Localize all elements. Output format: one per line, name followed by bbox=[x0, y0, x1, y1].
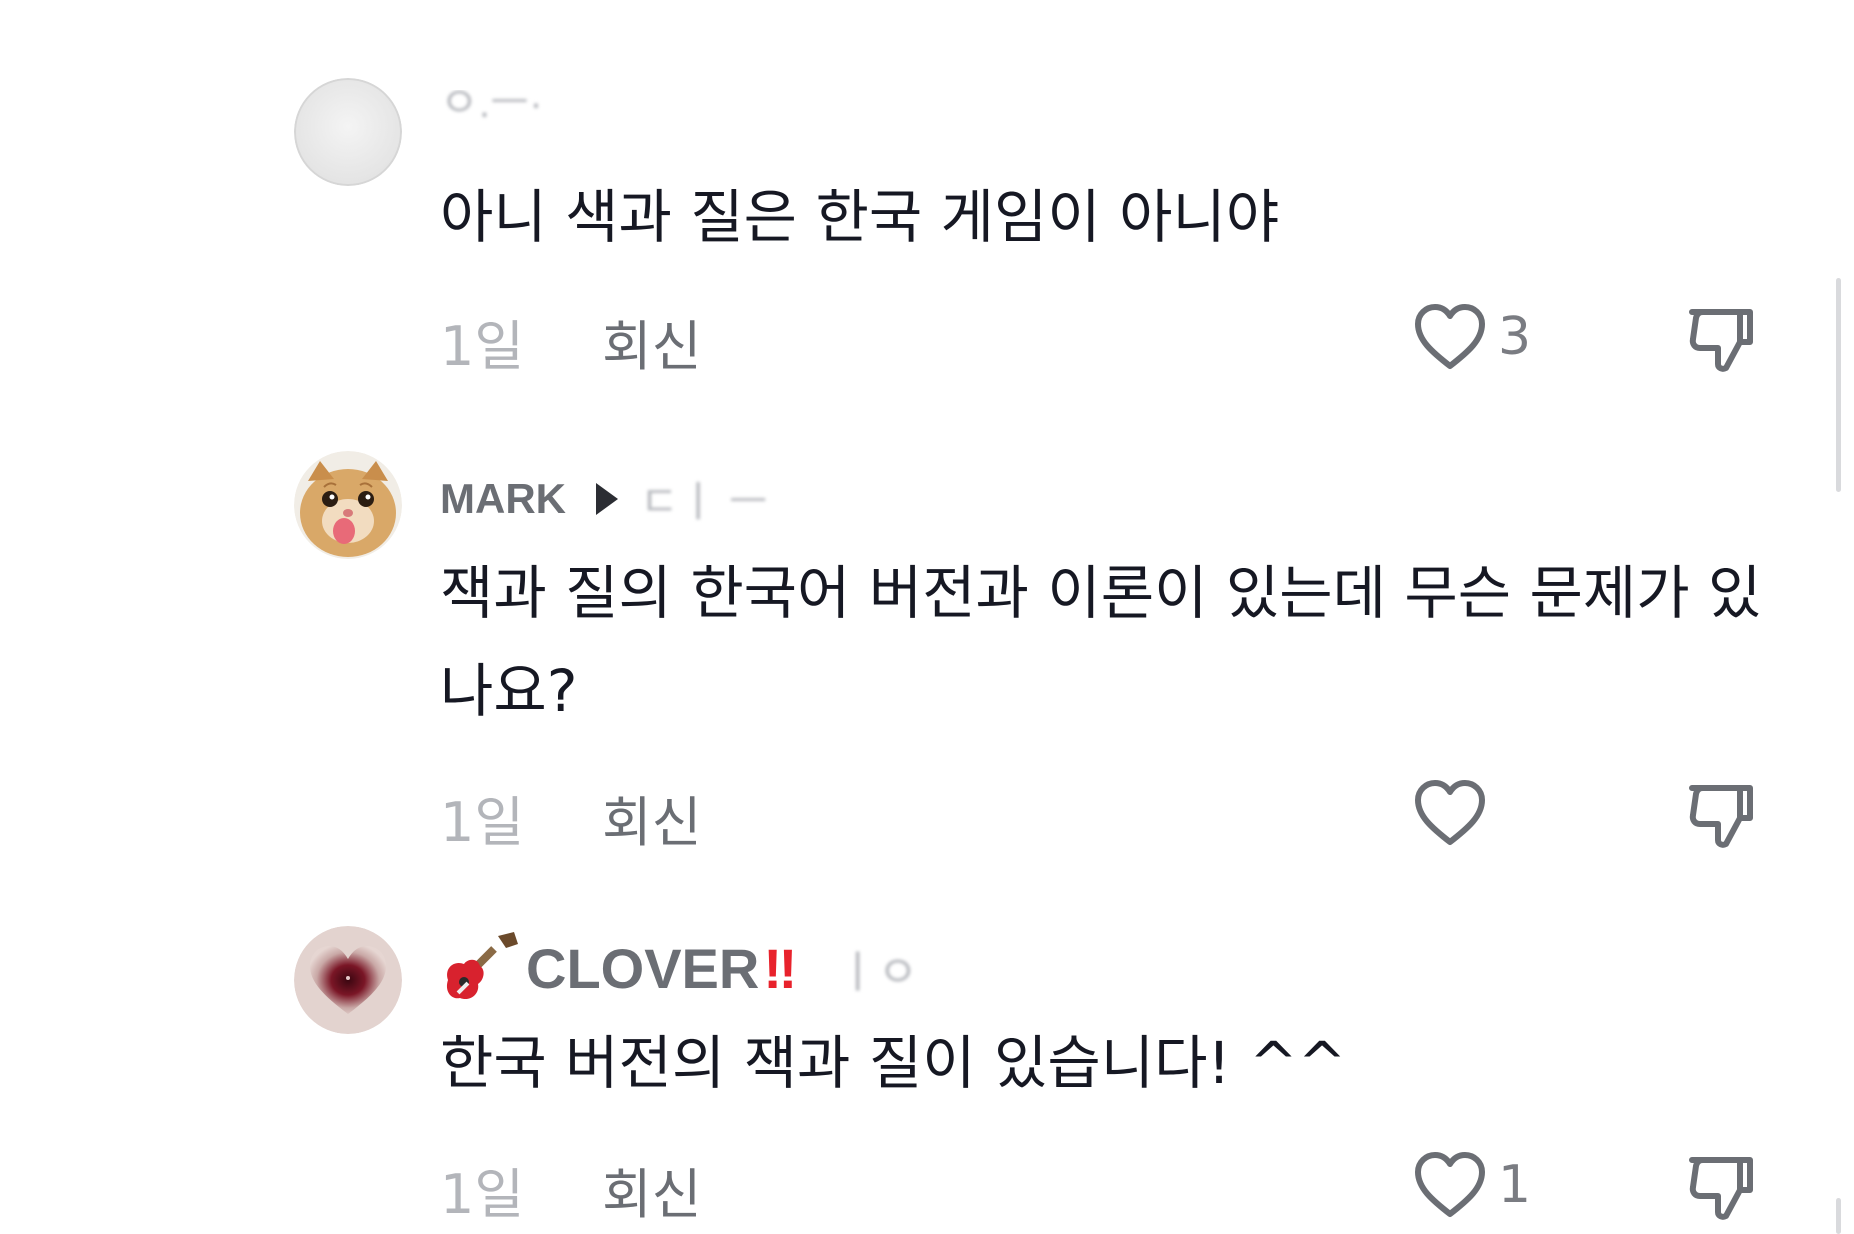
like-count: 3 bbox=[1498, 307, 1532, 367]
like-button[interactable]: 3 bbox=[1412, 302, 1531, 372]
dislike-button[interactable] bbox=[1686, 1150, 1758, 1226]
dislike-button[interactable] bbox=[1686, 778, 1758, 854]
avatar[interactable] bbox=[294, 78, 402, 186]
comment-meta: 1일 회신 bbox=[440, 1150, 701, 1229]
thumbs-down-icon bbox=[1689, 309, 1753, 372]
thumbs-down-icon bbox=[1689, 1157, 1753, 1220]
reply-button[interactable]: 회신 bbox=[602, 302, 701, 381]
heart-icon bbox=[1415, 304, 1485, 369]
comment-username[interactable]: MARK ㄷㅣ ㅡ bbox=[440, 468, 768, 529]
comment-username[interactable]: ㅇ.ㅡ· bbox=[440, 90, 543, 130]
like-button[interactable]: 1 bbox=[1412, 1150, 1531, 1220]
comment-time: 1일 bbox=[440, 1163, 525, 1226]
username-suffix: ㅣㅇ bbox=[837, 948, 919, 997]
scrollbar[interactable] bbox=[1836, 278, 1841, 492]
avatar[interactable] bbox=[294, 451, 402, 559]
avatar[interactable] bbox=[294, 926, 402, 1034]
comment-list: ㅇ.ㅡ· 아니 색과 질은 한국 게임이 아니야 1일 회신 3 MARK ㄷㅣ… bbox=[0, 0, 1854, 1234]
comment-text: 아니 색과 질은 한국 게임이 아니야 bbox=[440, 183, 1280, 251]
comment-text: 잭과 질의 한국어 버전과 이론이 있는데 무슨 문제가 있나요? bbox=[440, 559, 1762, 725]
reply-button[interactable]: 회신 bbox=[602, 1150, 701, 1229]
reply-button[interactable]: 회신 bbox=[602, 778, 701, 857]
comment-meta: 1일 회신 bbox=[440, 302, 701, 381]
username-text: CLOVER bbox=[526, 936, 760, 1000]
comment-meta: 1일 회신 bbox=[440, 778, 701, 857]
heart-icon bbox=[1415, 1152, 1485, 1217]
username-text: MARK bbox=[440, 474, 566, 522]
heart-icon bbox=[1415, 780, 1485, 845]
play-arrow-icon bbox=[595, 482, 618, 515]
comment-time: 1일 bbox=[440, 315, 525, 378]
double-exclamation-icon: ‼ bbox=[763, 936, 798, 1000]
comment-username[interactable]: CLOVER ‼ ㅣㅇ bbox=[440, 930, 918, 1006]
like-button[interactable] bbox=[1412, 778, 1498, 848]
comment-text: 한국 버전의 잭과 질이 있습니다! ^^ bbox=[440, 1029, 1347, 1097]
like-count: 1 bbox=[1498, 1155, 1532, 1215]
dislike-button[interactable] bbox=[1686, 302, 1758, 378]
comment-time: 1일 bbox=[440, 791, 525, 854]
cat-avatar-image bbox=[294, 451, 402, 559]
scrollbar-lower[interactable] bbox=[1836, 1198, 1841, 1234]
thumbs-down-icon bbox=[1689, 785, 1753, 848]
guitar-icon bbox=[446, 932, 518, 1000]
username-text: ㅇ.ㅡ· bbox=[440, 90, 543, 126]
heart-avatar-image bbox=[294, 926, 402, 1034]
username-suffix: ㄷㅣ ㅡ bbox=[639, 478, 768, 525]
